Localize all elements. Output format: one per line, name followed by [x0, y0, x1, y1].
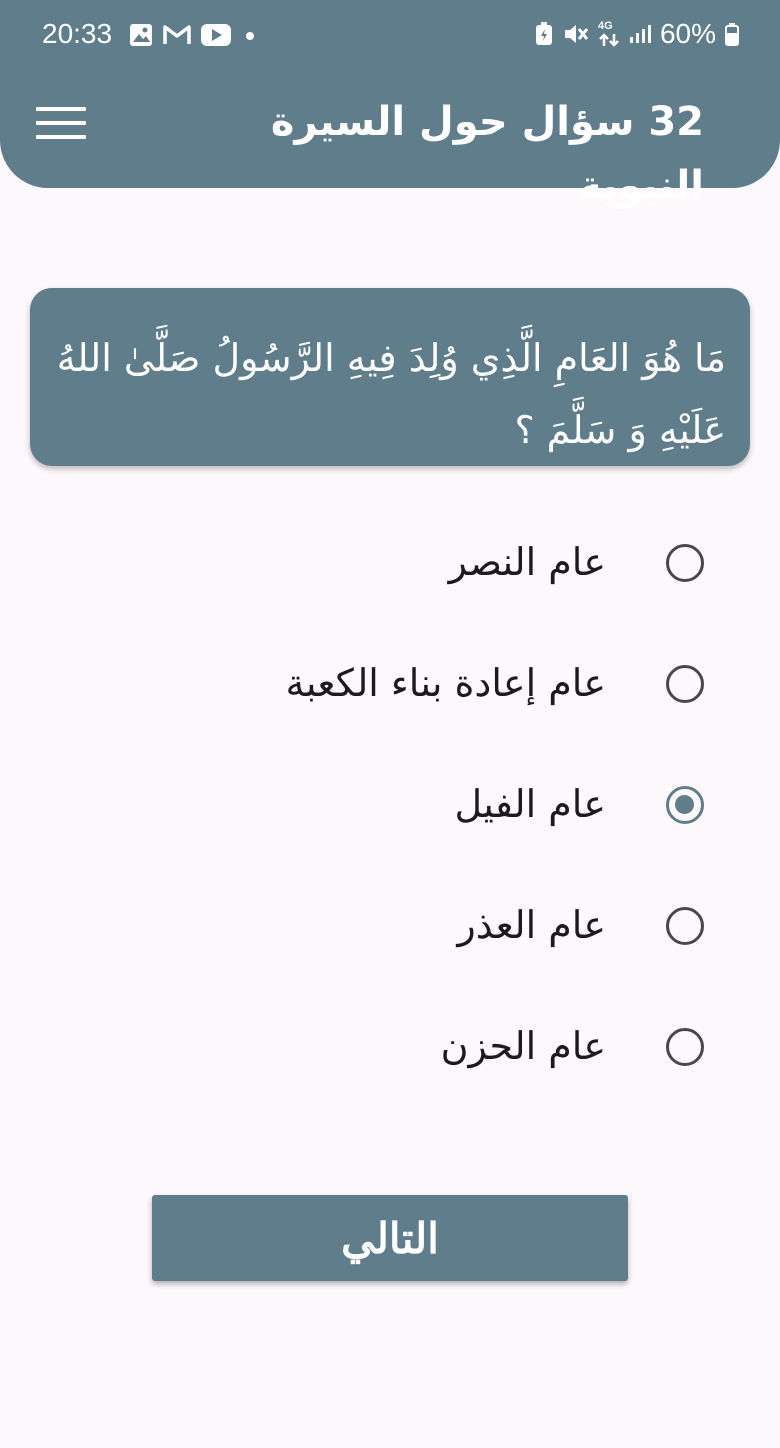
radio-button[interactable] [666, 544, 704, 582]
signal-icon [629, 25, 651, 43]
app-top-bar: 20:33 4G 60% 32 سؤال حول السيرة النبوية [0, 0, 780, 209]
status-notification-icons [128, 22, 260, 48]
app-title: 32 سؤال حول السيرة النبوية [270, 99, 704, 209]
answer-option-3[interactable]: عام الفيل [0, 760, 780, 850]
battery-saver-icon [535, 22, 552, 45]
question-card: مَا هُوَ العَامِ الَّذِي وُلِدَ فِيهِ ال… [30, 288, 750, 466]
mute-icon [564, 25, 589, 43]
answer-option-label: عام الحزن [440, 1024, 606, 1068]
status-system-icons: 4G 60% [534, 18, 740, 50]
battery-icon [725, 23, 739, 46]
radio-button[interactable] [666, 665, 704, 703]
answer-option-label: عام العذر [457, 903, 606, 947]
question-text: مَا هُوَ العَامِ الَّذِي وُلِدَ فِيهِ ال… [56, 336, 726, 452]
answer-option-label: عام النصر [448, 540, 606, 584]
data-arrows-icon: 4G [598, 20, 620, 48]
status-time: 20:33 [42, 18, 113, 49]
answer-option-label: عام الفيل [454, 782, 606, 826]
youtube-icon [201, 24, 231, 46]
answer-option-label: عام إعادة بناء الكعبة [285, 661, 606, 705]
image-icon [130, 24, 152, 46]
next-button[interactable]: التالي [152, 1195, 628, 1281]
radio-button-selected[interactable] [666, 786, 704, 824]
radio-button[interactable] [666, 1028, 704, 1066]
gmail-icon [163, 25, 191, 44]
answer-option-1[interactable]: عام النصر [0, 518, 780, 608]
answer-option-2[interactable]: عام إعادة بناء الكعبة [0, 639, 780, 729]
radio-button[interactable] [666, 907, 704, 945]
answer-option-4[interactable]: عام العذر [0, 881, 780, 971]
hamburger-icon [36, 107, 86, 139]
answer-option-5[interactable]: عام الحزن [0, 1002, 780, 1092]
battery-percent: 60% [659, 18, 716, 49]
menu-button[interactable] [34, 104, 88, 144]
dot-icon [246, 32, 254, 40]
network-type: 4G [597, 20, 613, 32]
